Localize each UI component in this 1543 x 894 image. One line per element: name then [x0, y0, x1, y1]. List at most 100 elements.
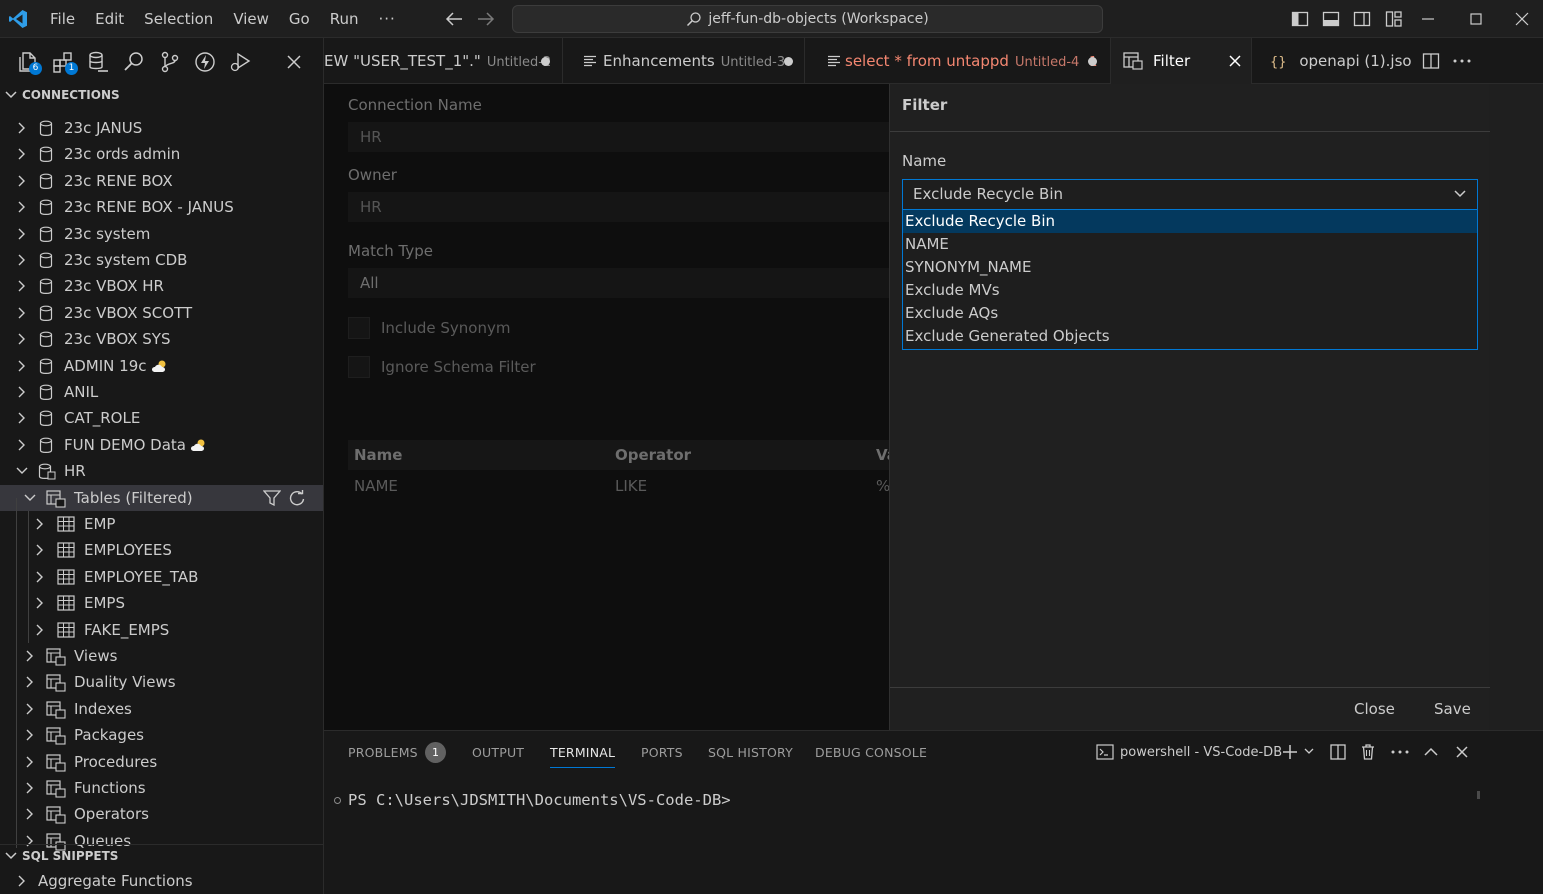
- menu-selection[interactable]: Selection: [134, 0, 223, 38]
- chevron-right-icon[interactable]: [24, 808, 36, 820]
- panel-tab-terminal[interactable]: TERMINAL: [550, 745, 615, 760]
- chevron-right-icon[interactable]: [16, 439, 28, 451]
- match-type-select[interactable]: All: [348, 268, 889, 298]
- tab-untitled-3[interactable]: Enhancements Untitled-3: [563, 38, 805, 84]
- chevron-right-icon[interactable]: [16, 201, 28, 213]
- chevron-right-icon[interactable]: [16, 228, 28, 240]
- dropdown-option-exclude-aqs[interactable]: Exclude AQs: [903, 302, 1477, 325]
- chevron-right-icon[interactable]: [16, 175, 28, 187]
- run-debug-icon[interactable]: [229, 50, 253, 74]
- chevron-right-icon[interactable]: [16, 412, 28, 424]
- column-header-operator[interactable]: Operator: [615, 440, 691, 470]
- back-arrow-icon[interactable]: [444, 10, 464, 28]
- chevron-right-icon[interactable]: [16, 386, 28, 398]
- filter-name-select[interactable]: Exclude Recycle Bin: [902, 179, 1478, 210]
- menu-run[interactable]: Run: [320, 0, 369, 38]
- table-item[interactable]: EMPLOYEES: [0, 537, 323, 563]
- chevron-right-icon[interactable]: [34, 571, 46, 583]
- toggle-primary-sidebar-icon[interactable]: [1291, 10, 1309, 28]
- chevron-right-icon[interactable]: [16, 360, 28, 372]
- connection-item[interactable]: CAT_ROLE: [0, 405, 323, 431]
- menu-view[interactable]: View: [223, 0, 279, 38]
- table-row[interactable]: NAME LIKE %: [348, 471, 890, 501]
- dropdown-option-exclude-mvs[interactable]: Exclude MVs: [903, 279, 1477, 302]
- new-terminal-plus-icon[interactable]: [1281, 743, 1299, 761]
- chevron-down-icon[interactable]: [16, 465, 28, 477]
- sql-snippets-header[interactable]: SQL SNIPPETS: [0, 844, 323, 866]
- close-tab-icon[interactable]: [1228, 54, 1242, 68]
- connection-item[interactable]: 23c system: [0, 221, 323, 247]
- panel-tab-debug-console[interactable]: DEBUG CONSOLE: [815, 745, 927, 760]
- connections-header[interactable]: CONNECTIONS: [0, 84, 323, 106]
- connection-item[interactable]: FUN DEMO Data: [0, 432, 323, 458]
- connection-item[interactable]: 23c VBOX HR: [0, 273, 323, 299]
- chevron-right-icon[interactable]: [16, 148, 28, 160]
- minimize-icon[interactable]: [1419, 10, 1437, 28]
- source-control-icon[interactable]: [158, 50, 182, 74]
- unsaved-dot-icon[interactable]: [784, 57, 793, 66]
- owner-field[interactable]: HR: [348, 192, 889, 222]
- save-button[interactable]: Save: [1434, 700, 1471, 718]
- chevron-right-icon[interactable]: [16, 333, 28, 345]
- terminal-scrollbar[interactable]: [1477, 791, 1480, 799]
- object-folder-item[interactable]: Procedures: [0, 749, 323, 775]
- menu-go[interactable]: Go: [279, 0, 320, 38]
- connection-item[interactable]: 23c system CDB: [0, 247, 323, 273]
- connection-item[interactable]: 23c JANUS: [0, 115, 323, 141]
- split-terminal-icon[interactable]: [1329, 743, 1347, 761]
- panel-tab-problems[interactable]: PROBLEMS: [348, 745, 418, 760]
- unsaved-dot-icon[interactable]: [541, 57, 550, 66]
- chevron-right-icon[interactable]: [24, 703, 36, 715]
- terminal-icon[interactable]: [1096, 743, 1114, 761]
- connection-item[interactable]: 23c VBOX SYS: [0, 326, 323, 352]
- chevron-right-icon[interactable]: [24, 650, 36, 662]
- more-actions-icon[interactable]: [1390, 743, 1410, 761]
- connection-item[interactable]: HR: [0, 458, 323, 484]
- object-folder-item[interactable]: Operators: [0, 801, 323, 827]
- toggle-panel-icon[interactable]: [1322, 10, 1340, 28]
- close-sidebar-icon[interactable]: [284, 52, 304, 72]
- connection-item[interactable]: 23c ords admin: [0, 141, 323, 167]
- tab-filter[interactable]: Filter: [1111, 38, 1252, 84]
- panel-tab-sql-history[interactable]: SQL HISTORY: [708, 745, 793, 760]
- object-folder-item[interactable]: Functions: [0, 775, 323, 801]
- menu-file[interactable]: File: [40, 0, 85, 38]
- menu-edit[interactable]: Edit: [85, 0, 134, 38]
- connection-item[interactable]: ADMIN 19c: [0, 353, 323, 379]
- chevron-right-icon[interactable]: [16, 307, 28, 319]
- lightning-icon[interactable]: [193, 50, 217, 74]
- chevron-down-icon[interactable]: [1303, 747, 1315, 757]
- refresh-icon[interactable]: [288, 489, 306, 506]
- object-folder-item[interactable]: Indexes: [0, 696, 323, 722]
- filter-icon[interactable]: [263, 489, 281, 506]
- unsaved-dot-icon[interactable]: [1088, 57, 1097, 66]
- maximize-icon[interactable]: [1467, 10, 1485, 28]
- maximize-panel-icon[interactable]: [1422, 743, 1440, 761]
- chevron-right-icon[interactable]: [34, 624, 46, 636]
- chevron-right-icon[interactable]: [24, 756, 36, 768]
- ignore-schema-filter-checkbox[interactable]: [348, 356, 370, 378]
- database-explorer-icon[interactable]: [86, 50, 110, 74]
- tab-untitled-2[interactable]: EW "USER_TEST_1"." Untitled-2: [324, 38, 563, 84]
- tab-untitled-4[interactable]: select * from untappdUntitled-4 1: [805, 38, 1111, 84]
- dropdown-option-name[interactable]: NAME: [903, 233, 1477, 256]
- table-item[interactable]: FAKE_EMPS: [0, 617, 323, 643]
- customize-layout-icon[interactable]: [1385, 10, 1403, 28]
- tables-folder[interactable]: Tables (Filtered): [0, 484, 323, 511]
- dropdown-option-exclude-generated-objects[interactable]: Exclude Generated Objects: [903, 325, 1477, 348]
- column-header-name[interactable]: Name: [354, 440, 402, 470]
- connection-item[interactable]: 23c RENE BOX - JANUS: [0, 194, 323, 220]
- chevron-right-icon[interactable]: [24, 729, 36, 741]
- search-icon[interactable]: [122, 50, 146, 74]
- chevron-down-icon[interactable]: [24, 492, 36, 504]
- panel-tab-output[interactable]: OUTPUT: [472, 745, 524, 760]
- dropdown-option-exclude-recycle-bin[interactable]: Exclude Recycle Bin: [903, 210, 1477, 233]
- chevron-right-icon[interactable]: [24, 782, 36, 794]
- include-synonym-checkbox[interactable]: [348, 317, 370, 339]
- close-button[interactable]: Close: [1354, 700, 1395, 718]
- terminal-prompt[interactable]: PS C:\Users\JDSMITH\Documents\VS-Code-DB…: [348, 791, 731, 809]
- object-folder-item[interactable]: Views: [0, 643, 323, 669]
- chevron-right-icon[interactable]: [16, 280, 28, 292]
- chevron-right-icon[interactable]: [34, 544, 46, 556]
- split-editor-icon[interactable]: [1422, 52, 1440, 70]
